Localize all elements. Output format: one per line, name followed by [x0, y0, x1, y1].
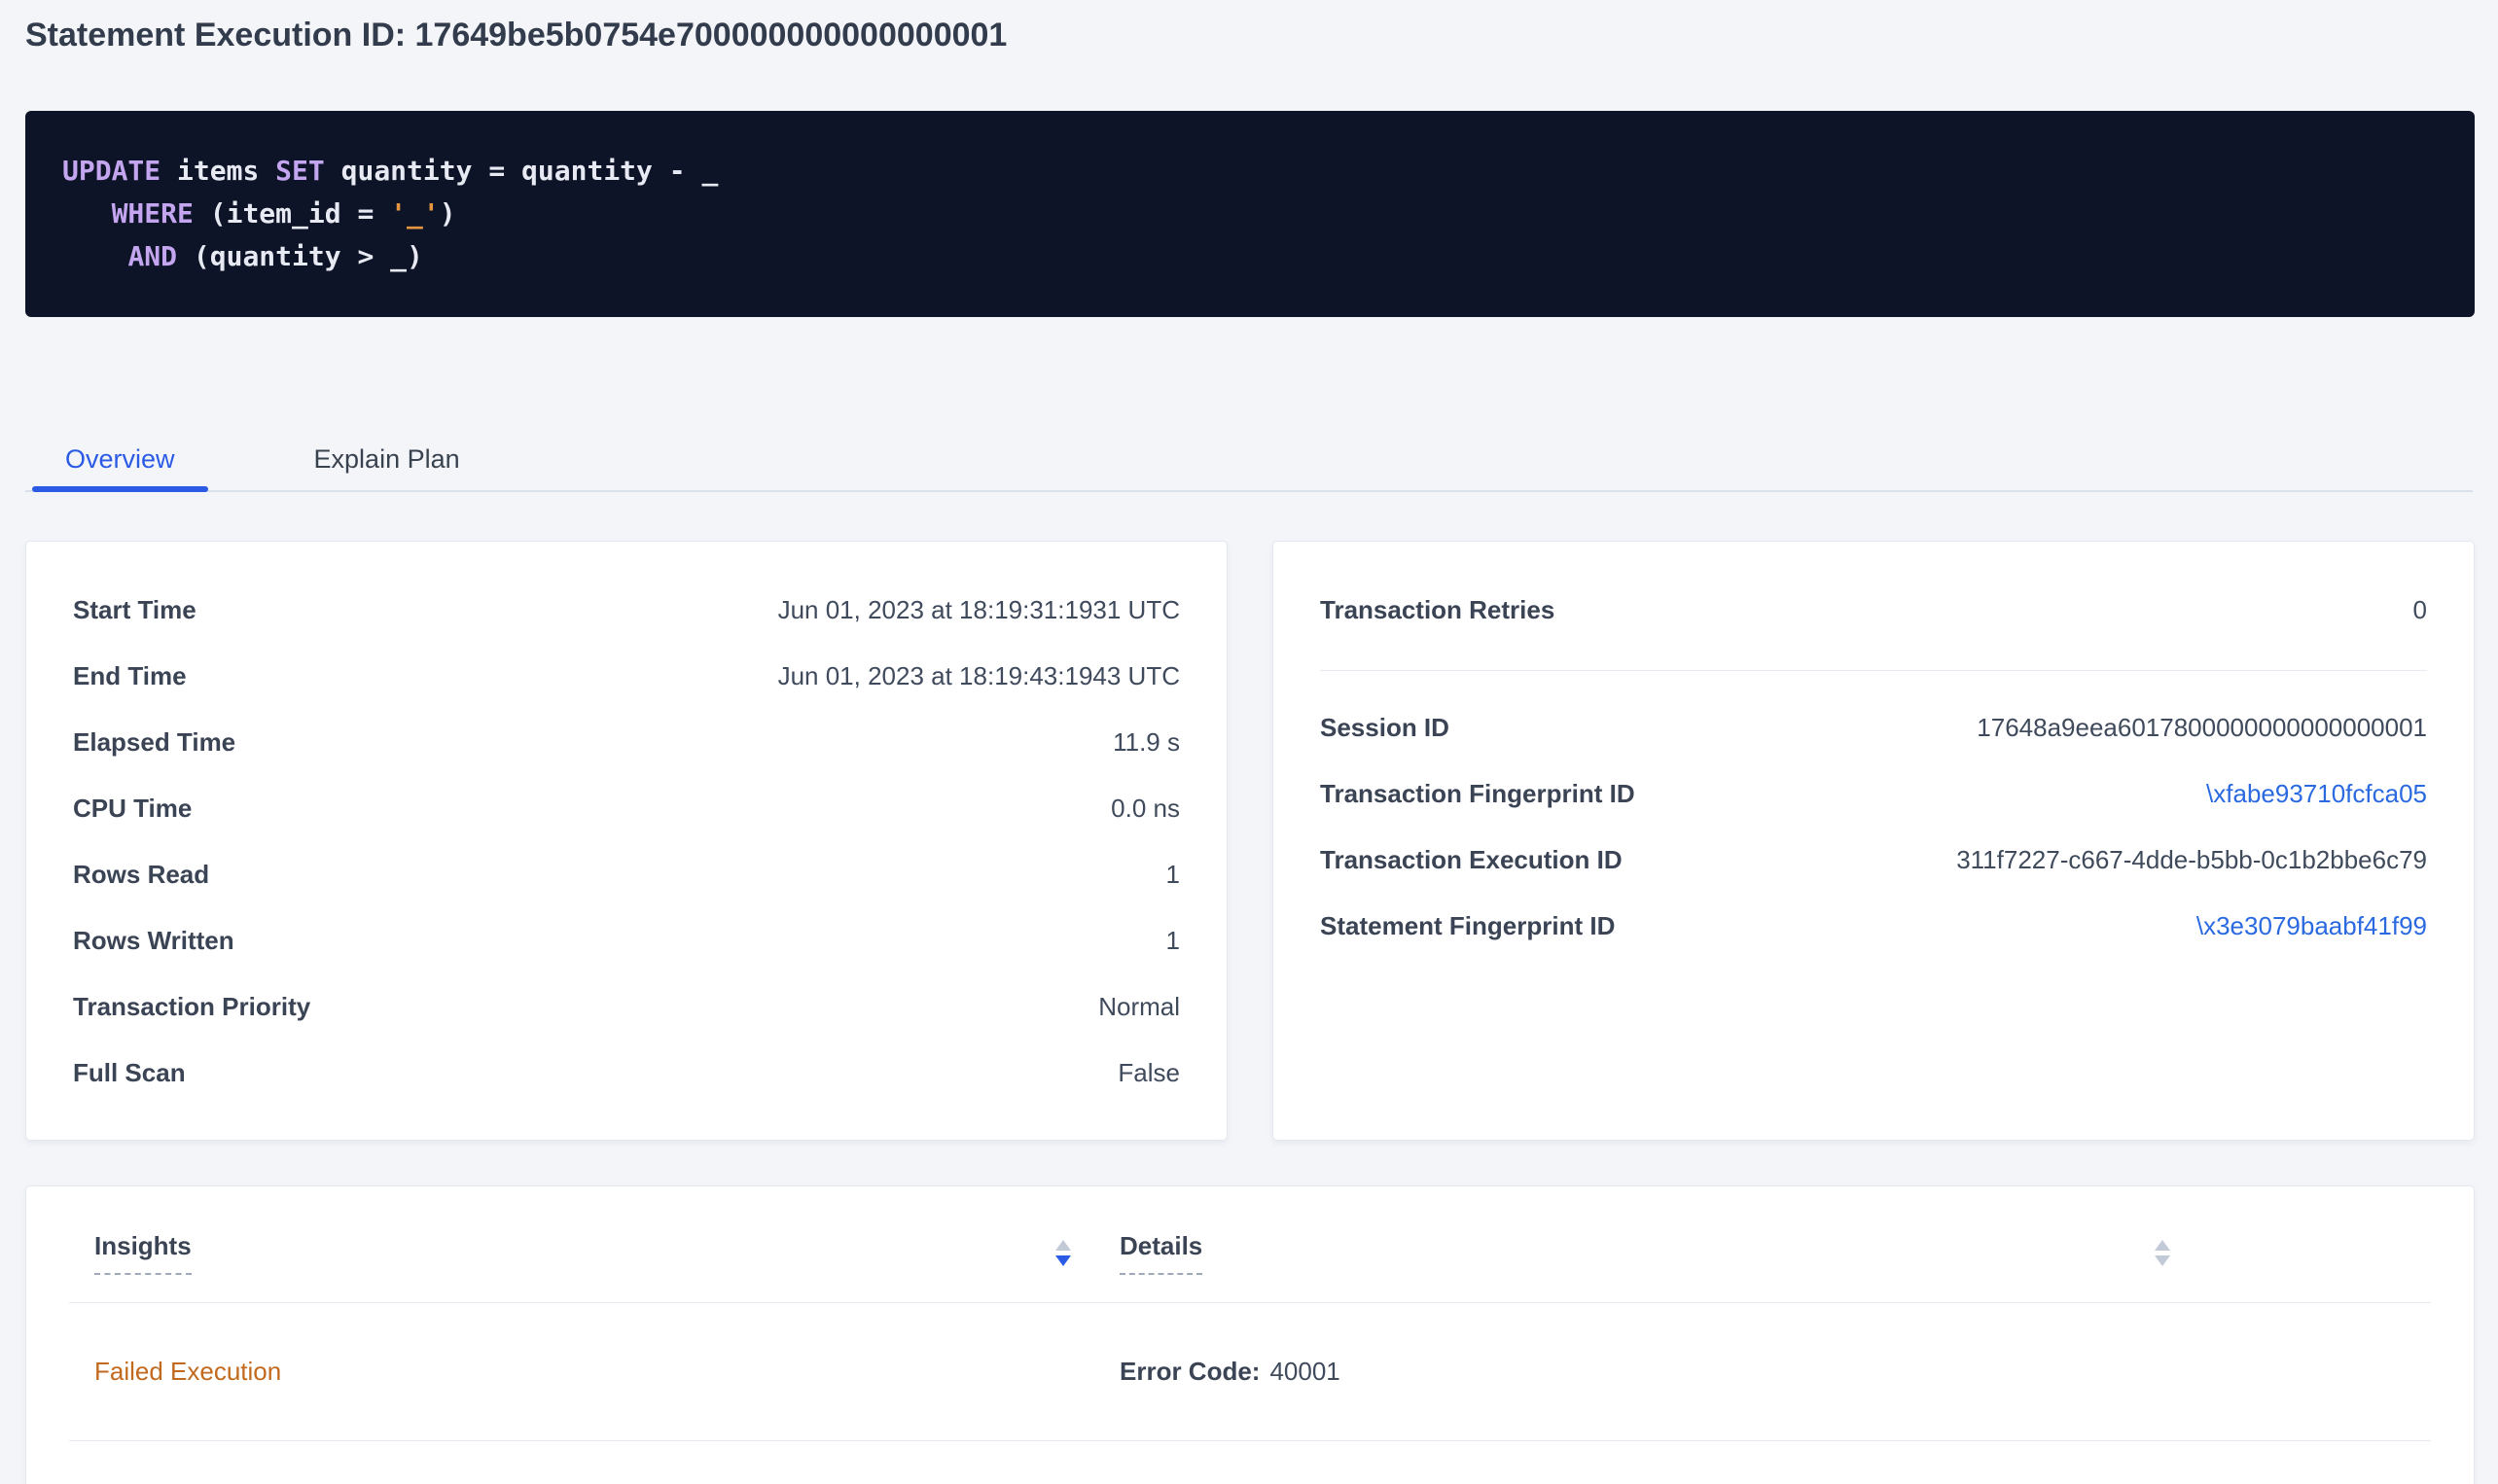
sql-line-1: UPDATE items SET quantity = quantity - _	[62, 150, 2438, 193]
sql-keyword-where: WHERE	[112, 197, 194, 230]
transaction-attributes-card: Transaction Retries 0 Session ID 17648a9…	[1272, 541, 2475, 1141]
kv-value: Jun 01, 2023 at 18:19:31:1931 UTC	[778, 595, 1180, 625]
column-header-insights[interactable]: Insights	[69, 1231, 1094, 1275]
tab-explain-plan[interactable]: Explain Plan	[281, 428, 493, 490]
tab-overview-label: Overview	[65, 444, 175, 475]
transaction-fingerprint-id-link[interactable]: \xfabe93710fcfca05	[2206, 779, 2427, 809]
kv-row-transaction-execution-id: Transaction Execution ID 311f7227-c667-4…	[1320, 827, 2427, 893]
sql-token: )	[440, 197, 456, 230]
sort-icon[interactable]	[1055, 1240, 1071, 1266]
kv-value: 1	[1166, 926, 1180, 956]
kv-value: Normal	[1098, 992, 1180, 1022]
sql-string-literal: '_'	[390, 197, 440, 230]
insight-row-failed-execution: Failed Execution Error Code: 40001	[69, 1303, 2431, 1441]
column-header-insights-label[interactable]: Insights	[94, 1231, 192, 1275]
kv-label: Statement Fingerprint ID	[1320, 911, 1615, 941]
sql-line-3: AND (quantity > _)	[62, 235, 2438, 278]
kv-row-rows-read: Rows Read 1	[73, 841, 1180, 907]
tab-explain-plan-label: Explain Plan	[314, 444, 460, 475]
sql-keyword-and: AND	[127, 240, 177, 272]
kv-label: End Time	[73, 661, 187, 691]
kv-row-statement-fingerprint-id: Statement Fingerprint ID \x3e3079baabf41…	[1320, 893, 2427, 959]
sql-indent	[62, 197, 112, 230]
statement-execution-page: Statement Execution ID: 17649be5b0754e70…	[0, 16, 2498, 1484]
card-divider	[1320, 670, 2427, 671]
kv-row-rows-written: Rows Written 1	[73, 907, 1180, 973]
kv-value: Jun 01, 2023 at 18:19:43:1943 UTC	[778, 661, 1180, 691]
kv-value: 17648a9eea6017800000000000000001	[1977, 713, 2427, 743]
kv-value: 311f7227-c667-4dde-b5bb-0c1b2bbe6c79	[1956, 845, 2427, 875]
kv-value: 0	[2413, 595, 2427, 625]
sql-token: (quantity > _)	[177, 240, 423, 272]
sql-keyword-set: SET	[275, 155, 325, 187]
sql-token: items	[161, 155, 275, 187]
kv-label: Elapsed Time	[73, 727, 235, 758]
execution-attributes-card: Start Time Jun 01, 2023 at 18:19:31:1931…	[25, 541, 1228, 1141]
kv-row-cpu-time: CPU Time 0.0 ns	[73, 775, 1180, 841]
kv-label: Full Scan	[73, 1058, 186, 1088]
sort-icon[interactable]	[2155, 1240, 2170, 1266]
kv-row-transaction-priority: Transaction Priority Normal	[73, 973, 1180, 1040]
kv-label: Rows Read	[73, 860, 209, 890]
tab-overview[interactable]: Overview	[32, 428, 208, 490]
sql-statement-box: UPDATE items SET quantity = quantity - _…	[25, 111, 2475, 317]
insights-table-card: Insights Details Failed Execution Error …	[25, 1185, 2475, 1484]
kv-value: 0.0 ns	[1111, 794, 1180, 824]
page-title: Statement Execution ID: 17649be5b0754e70…	[25, 16, 2473, 54]
statement-fingerprint-id-link[interactable]: \x3e3079baabf41f99	[2196, 911, 2427, 941]
kv-row-start-time: Start Time Jun 01, 2023 at 18:19:31:1931…	[73, 577, 1180, 643]
sql-keyword-update: UPDATE	[62, 155, 161, 187]
kv-row-full-scan: Full Scan False	[73, 1040, 1180, 1106]
kv-row-end-time: End Time Jun 01, 2023 at 18:19:43:1943 U…	[73, 643, 1180, 709]
kv-value: 1	[1166, 860, 1180, 890]
insight-type-cell: Failed Execution	[69, 1357, 1094, 1387]
error-code-value: 40001	[1269, 1357, 1339, 1386]
error-code-label: Error Code:	[1120, 1357, 1260, 1386]
sql-token: quantity = quantity - _	[325, 155, 719, 187]
column-header-details-label[interactable]: Details	[1120, 1231, 1202, 1275]
kv-label: Start Time	[73, 595, 196, 625]
kv-label: Rows Written	[73, 926, 234, 956]
sql-token: (item_id =	[194, 197, 390, 230]
tab-bar: Overview Explain Plan	[25, 428, 2473, 492]
kv-row-transaction-fingerprint-id: Transaction Fingerprint ID \xfabe93710fc…	[1320, 760, 2427, 827]
insights-table-header: Insights Details	[69, 1186, 2431, 1303]
kv-row-session-id: Session ID 17648a9eea6017800000000000000…	[1320, 694, 2427, 760]
kv-label: Transaction Retries	[1320, 595, 1554, 625]
column-header-details[interactable]: Details	[1094, 1231, 2194, 1275]
kv-row-elapsed-time: Elapsed Time 11.9 s	[73, 709, 1180, 775]
summary-cards: Start Time Jun 01, 2023 at 18:19:31:1931…	[25, 541, 2475, 1141]
kv-label: Transaction Fingerprint ID	[1320, 779, 1635, 809]
kv-label: Session ID	[1320, 713, 1449, 743]
insight-details-cell: Error Code: 40001	[1094, 1357, 2194, 1387]
sql-line-2: WHERE (item_id = '_')	[62, 193, 2438, 235]
kv-value: 11.9 s	[1113, 727, 1180, 758]
kv-label: CPU Time	[73, 794, 192, 824]
kv-label: Transaction Execution ID	[1320, 845, 1623, 875]
kv-label: Transaction Priority	[73, 992, 310, 1022]
sql-indent	[62, 240, 127, 272]
kv-value: False	[1118, 1058, 1180, 1088]
kv-row-transaction-retries: Transaction Retries 0	[1320, 577, 2427, 643]
